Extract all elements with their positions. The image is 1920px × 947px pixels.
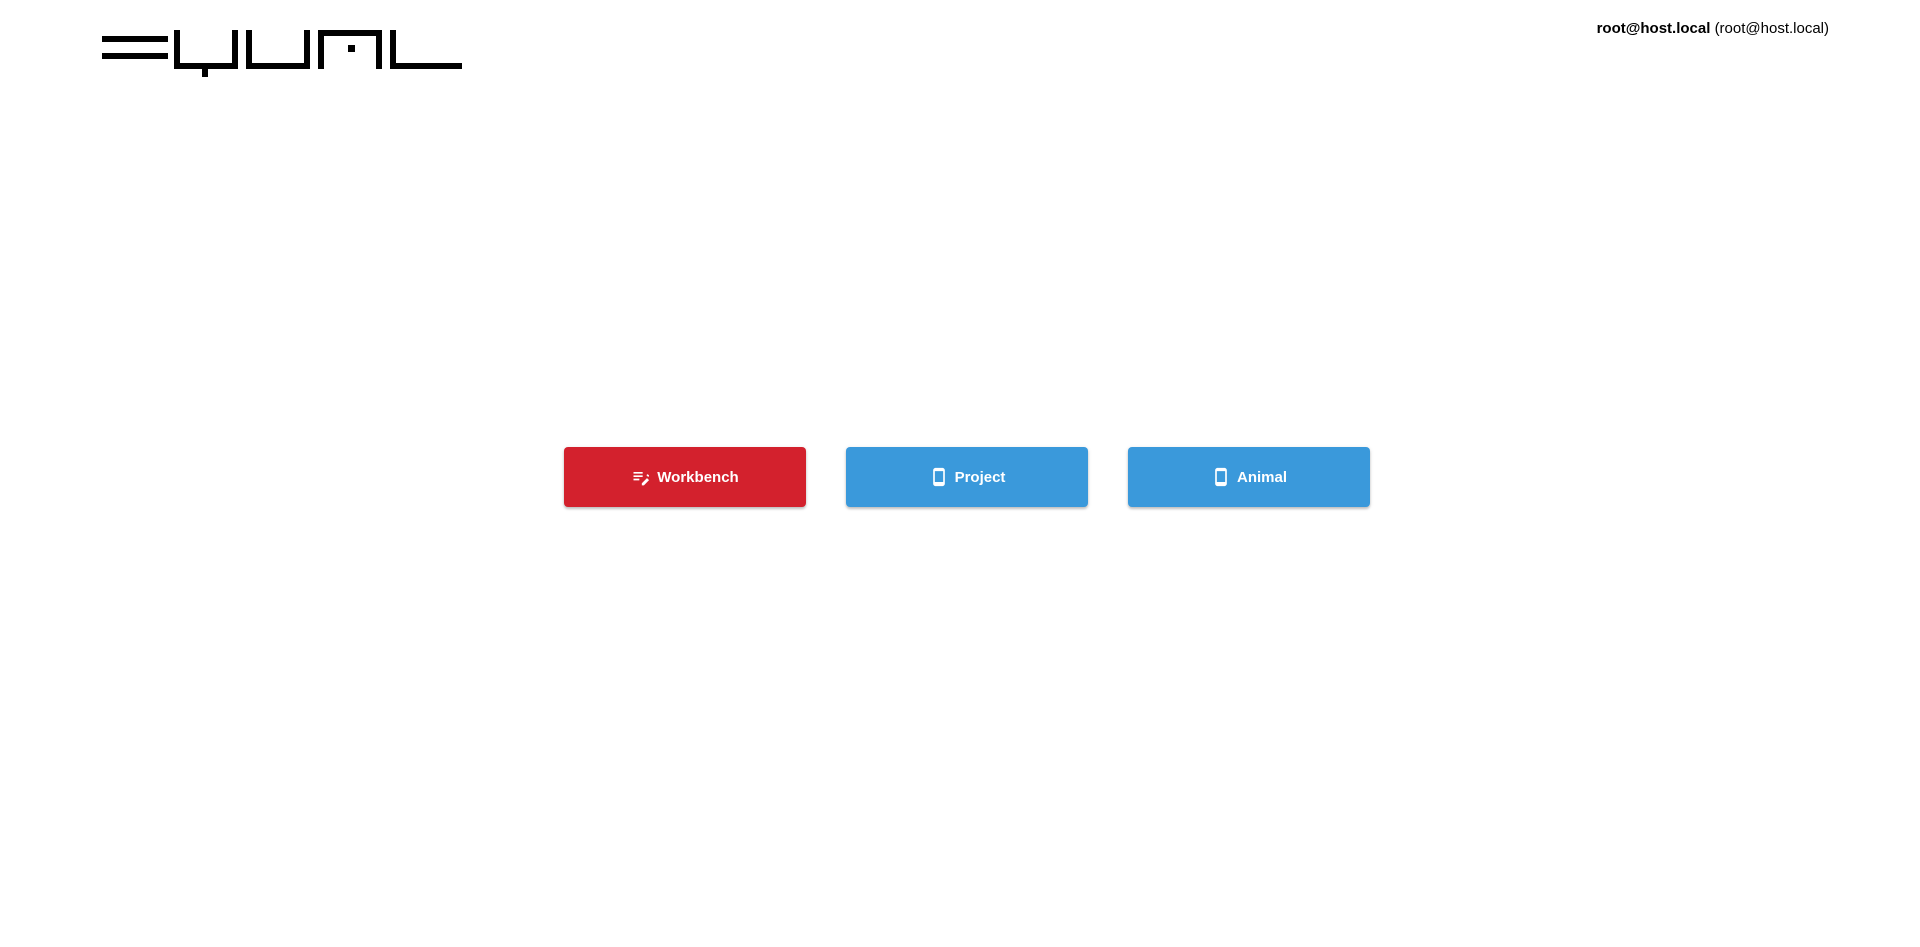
animal-label: Animal — [1236, 468, 1287, 486]
user-info[interactable]: root@host.local (root@host.local) — [1597, 20, 1829, 37]
edit-note-icon — [631, 467, 651, 487]
app-buttons: Workbench Project Animal — [564, 447, 1370, 507]
user-name: root@host.local — [1596, 20, 1711, 37]
workbench-label: Workbench — [657, 468, 739, 486]
page: root@host.local (root@host.local) Workbe… — [0, 0, 1920, 947]
animal-button[interactable]: Animal — [1128, 447, 1370, 507]
workbench-button[interactable]: Workbench — [564, 447, 806, 507]
project-button[interactable]: Project — [846, 447, 1088, 507]
phone-icon — [929, 467, 949, 487]
phone-icon — [1211, 467, 1231, 487]
project-label: Project — [954, 468, 1006, 486]
user-email: (root@host.local) — [1714, 20, 1829, 37]
equal-logo — [102, 30, 462, 77]
